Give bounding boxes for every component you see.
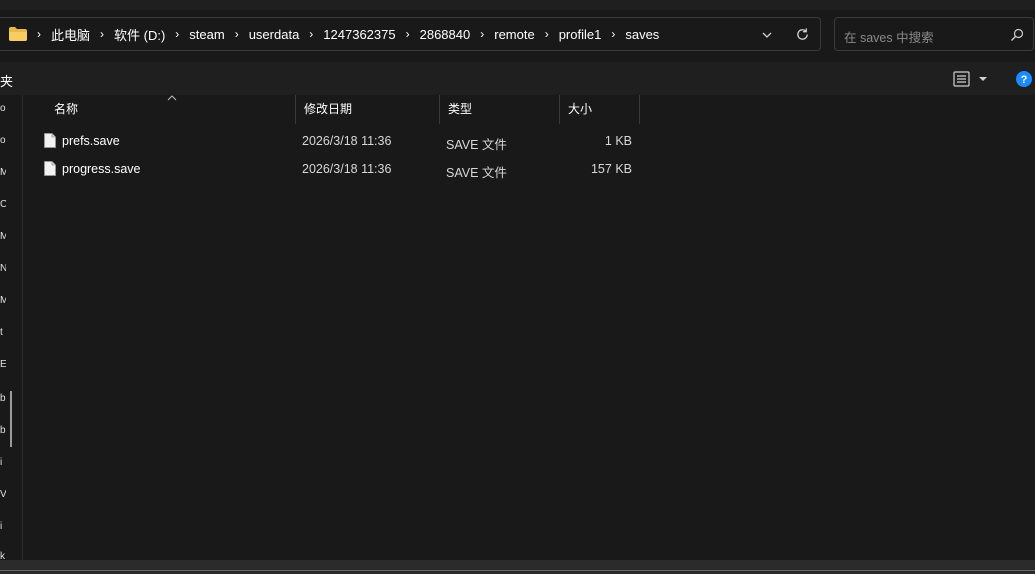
column-header-type[interactable]: 类型 bbox=[440, 95, 560, 124]
file-icon bbox=[44, 133, 56, 148]
nav-item[interactable]: V bbox=[0, 489, 6, 500]
breadcrumb: › 此电脑 › 软件 (D:) › steam › userdata › 124… bbox=[30, 18, 662, 50]
search-icon[interactable] bbox=[1010, 28, 1024, 42]
chevron-right-icon[interactable]: › bbox=[538, 27, 556, 41]
chevron-right-icon[interactable]: › bbox=[30, 27, 48, 41]
crumb-profile1[interactable]: profile1 bbox=[556, 27, 605, 42]
search-input[interactable]: 在 saves 中搜索 bbox=[834, 17, 1034, 51]
file-size: 157 KB bbox=[590, 162, 632, 176]
file-name[interactable]: progress.save bbox=[62, 162, 141, 176]
nav-item[interactable]: o bbox=[0, 103, 6, 114]
column-header-row: 名称 修改日期 类型 大小 bbox=[22, 95, 1035, 124]
nav-item[interactable]: M bbox=[0, 231, 6, 242]
column-header-size[interactable]: 大小 bbox=[560, 95, 640, 124]
column-header-date[interactable]: 修改日期 bbox=[296, 95, 440, 124]
title-strip bbox=[0, 0, 1035, 10]
nav-item[interactable]: b bbox=[0, 425, 6, 436]
file-name[interactable]: prefs.save bbox=[62, 134, 120, 148]
search-placeholder: 在 saves 中搜索 bbox=[844, 31, 934, 45]
file-row[interactable]: progress.save 2026/3/18 11:36 SAVE 文件 15… bbox=[22, 155, 1035, 183]
navigation-pane[interactable]: o o M C M N M t E b b i V i k bbox=[0, 95, 23, 560]
refresh-icon[interactable] bbox=[795, 27, 810, 42]
crumb-app-id[interactable]: 2868840 bbox=[417, 27, 474, 42]
details-view-icon[interactable] bbox=[953, 71, 970, 87]
nav-item[interactable]: M bbox=[0, 295, 6, 306]
crumb-this-pc[interactable]: 此电脑 bbox=[48, 25, 93, 44]
crumb-user-id[interactable]: 1247362375 bbox=[320, 27, 398, 42]
crumb-userdata[interactable]: userdata bbox=[246, 27, 303, 42]
crumb-saves[interactable]: saves bbox=[622, 27, 662, 42]
status-divider bbox=[0, 570, 1035, 571]
help-icon[interactable]: ? bbox=[1016, 71, 1032, 87]
nav-item[interactable]: i bbox=[0, 521, 6, 532]
nav-item[interactable]: t bbox=[0, 327, 6, 338]
file-type: SAVE 文件 bbox=[446, 166, 507, 180]
svg-text:?: ? bbox=[1021, 74, 1028, 86]
chevron-down-icon[interactable] bbox=[760, 28, 774, 42]
chevron-right-icon[interactable]: › bbox=[168, 27, 186, 41]
nav-scrollbar[interactable] bbox=[10, 391, 12, 447]
column-header-name[interactable]: 名称 bbox=[46, 95, 296, 124]
file-row[interactable]: prefs.save 2026/3/18 11:36 SAVE 文件 1 KB bbox=[22, 127, 1035, 155]
file-date: 2026/3/18 11:36 bbox=[302, 162, 392, 176]
chevron-right-icon[interactable]: › bbox=[228, 27, 246, 41]
file-type: SAVE 文件 bbox=[446, 138, 507, 152]
nav-item[interactable]: M bbox=[0, 167, 6, 178]
folder-icon bbox=[9, 27, 27, 41]
crumb-remote[interactable]: remote bbox=[491, 27, 537, 42]
chevron-right-icon[interactable]: › bbox=[302, 27, 320, 41]
nav-item[interactable]: N bbox=[0, 263, 6, 274]
file-date: 2026/3/18 11:36 bbox=[302, 134, 392, 148]
nav-item[interactable]: o bbox=[0, 135, 6, 146]
crumb-drive-d[interactable]: 软件 (D:) bbox=[111, 25, 168, 44]
nav-item[interactable]: b bbox=[0, 393, 6, 404]
chevron-right-icon[interactable]: › bbox=[604, 27, 622, 41]
nav-item[interactable]: C bbox=[0, 199, 6, 210]
toolbar-fragment[interactable]: 夹 bbox=[0, 71, 13, 90]
file-size: 1 KB bbox=[604, 134, 632, 148]
crumb-steam[interactable]: steam bbox=[186, 27, 227, 42]
nav-item[interactable]: k bbox=[0, 551, 6, 560]
file-icon bbox=[44, 161, 56, 176]
chevron-right-icon[interactable]: › bbox=[93, 27, 111, 41]
chevron-right-icon[interactable]: › bbox=[399, 27, 417, 41]
nav-item[interactable]: i bbox=[0, 457, 6, 468]
command-bar: 夹 ? bbox=[0, 62, 1035, 95]
address-bar[interactable]: › 此电脑 › 软件 (D:) › steam › userdata › 124… bbox=[0, 17, 821, 51]
status-bar bbox=[0, 560, 1035, 574]
view-dropdown-icon[interactable] bbox=[978, 74, 988, 84]
chevron-right-icon[interactable]: › bbox=[473, 27, 491, 41]
nav-item[interactable]: E bbox=[0, 359, 6, 370]
